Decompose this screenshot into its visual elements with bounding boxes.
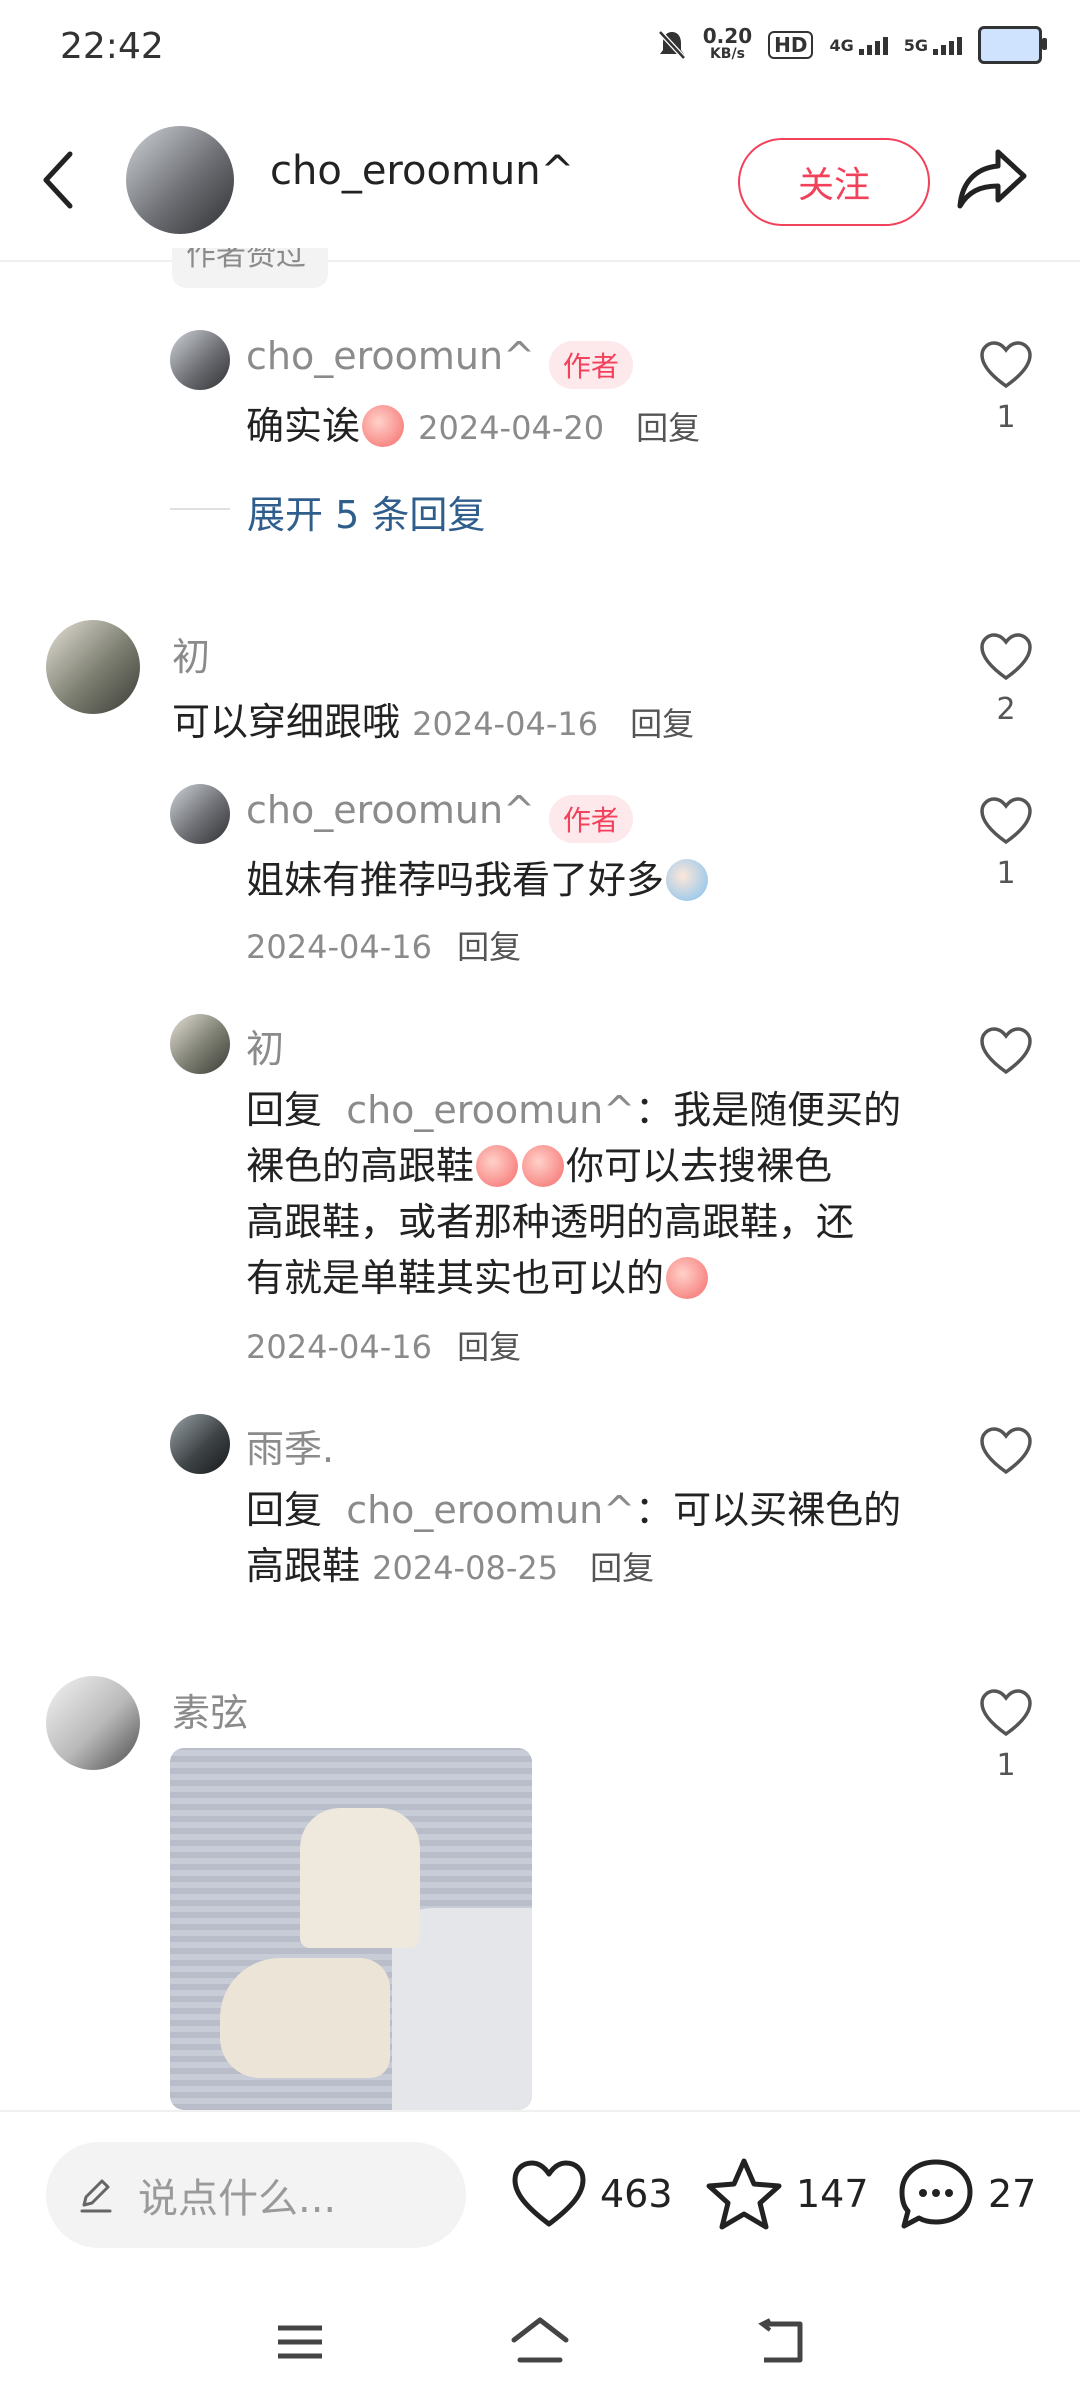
expand-divider [170, 508, 230, 510]
reply-button[interactable]: 回复 [636, 409, 700, 447]
header-username[interactable]: cho_eroomun^ [270, 148, 574, 194]
comment-date: 2024-04-20 [418, 409, 605, 447]
battery-icon [978, 26, 1047, 64]
comment-date: 2024-04-16 [246, 1328, 432, 1366]
comment-meta: 2024-04-16 回复 [246, 922, 521, 968]
star-icon[interactable] [704, 2156, 784, 2232]
mute-icon [657, 30, 686, 60]
collect-stat[interactable]: 147 [704, 2156, 869, 2232]
reply-button[interactable]: 回复 [630, 705, 694, 743]
emoji-icon [666, 1256, 709, 1299]
follow-button[interactable]: 关注 [738, 138, 930, 226]
reply-button[interactable]: 回复 [590, 1549, 654, 1587]
heart-icon[interactable] [979, 796, 1033, 846]
status-icons: 0.20 KB/s HD 4G 5G [657, 24, 1047, 64]
like-count: 1 [996, 856, 1016, 891]
heart-icon[interactable] [979, 1688, 1033, 1738]
comment-date: 2024-04-16 [412, 705, 599, 743]
author-avatar[interactable] [126, 126, 234, 234]
commenter-name[interactable]: cho_eroomun^ [246, 788, 535, 832]
back-nav-icon[interactable] [752, 2318, 808, 2366]
like-count: 2 [996, 692, 1016, 727]
commenter-name[interactable]: 初 [172, 626, 210, 681]
commenter-name[interactable]: 素弦 [172, 1682, 248, 1737]
like-count: 1 [996, 1748, 1016, 1783]
heart-icon[interactable] [979, 1026, 1033, 1076]
like-control[interactable] [966, 1426, 1046, 1476]
reply-button[interactable]: 回复 [457, 1328, 521, 1366]
reply-button[interactable]: 回复 [457, 928, 521, 966]
avatar[interactable] [46, 1676, 140, 1770]
comment-body[interactable]: 确实诶 2024-04-20 回复 [246, 398, 700, 456]
author-badge: 作者 [548, 340, 633, 389]
like-control[interactable]: 2 [966, 632, 1046, 727]
emoji-icon [362, 404, 405, 447]
like-control[interactable]: 1 [966, 340, 1046, 435]
heart-icon[interactable] [979, 632, 1033, 682]
comment-body[interactable]: 可以穿细跟哦 2024-04-16 回复 [172, 694, 694, 752]
comment-meta: 2024-04-16 回复 [246, 1322, 521, 1368]
emoji-icon [666, 858, 709, 901]
avatar[interactable] [170, 784, 230, 844]
comment-body[interactable]: 回复 cho_eroomun^：我是随便买的 裸色的高跟鞋 你可以去搜裸色 高跟鞋… [246, 1082, 946, 1306]
like-count: 1 [996, 400, 1016, 435]
emoji-icon [476, 1144, 519, 1187]
reply-to-name[interactable]: cho_eroomun^ [346, 1088, 635, 1132]
like-control[interactable]: 1 [966, 796, 1046, 891]
avatar[interactable] [170, 330, 230, 390]
comment-photo[interactable] [170, 1748, 532, 2110]
avatar[interactable] [170, 1014, 230, 1074]
comment-total: 27 [988, 2172, 1037, 2216]
expand-replies-link[interactable]: 展开 5 条回复 [247, 484, 485, 539]
avatar[interactable] [170, 1414, 230, 1474]
comment-date: 2024-08-25 [372, 1549, 559, 1587]
home-icon[interactable] [510, 2316, 570, 2366]
author-badge: 作者 [548, 794, 633, 843]
comment-stat[interactable]: 27 [896, 2156, 1036, 2232]
heart-icon[interactable] [510, 2158, 588, 2230]
reply-to-name[interactable]: cho_eroomun^ [346, 1488, 635, 1532]
heart-icon[interactable] [979, 1426, 1033, 1476]
back-arrow-icon[interactable] [40, 148, 80, 212]
heart-icon[interactable] [979, 340, 1033, 390]
commenter-name[interactable]: 初 [246, 1018, 284, 1073]
share-icon[interactable] [956, 146, 1028, 212]
chat-bubble-icon[interactable] [896, 2156, 976, 2232]
pencil-icon [80, 2179, 112, 2213]
like-stat[interactable]: 463 [510, 2158, 673, 2230]
comment-date: 2024-04-16 [246, 928, 432, 966]
like-control[interactable]: 1 [966, 1688, 1046, 1783]
collect-total: 147 [796, 2172, 869, 2216]
menu-icon[interactable] [276, 2322, 324, 2362]
comment-input[interactable]: 说点什么... [46, 2142, 466, 2248]
liked-by-author-tag: 作者赞过 [172, 248, 328, 288]
status-time: 22:42 [60, 26, 164, 67]
comment-header: cho_eroomun^ 作者 [246, 788, 633, 843]
commenter-name[interactable]: 雨季. [246, 1418, 334, 1473]
comment-body[interactable]: 姐妹有推荐吗我看了好多 [246, 852, 710, 908]
like-control[interactable] [966, 1026, 1046, 1076]
signal-4g-icon: 4G [829, 36, 888, 55]
avatar[interactable] [46, 620, 140, 714]
net-speed: 0.20 KB/s [702, 24, 753, 62]
like-total: 463 [600, 2172, 673, 2216]
hd-icon: HD [768, 31, 814, 59]
comment-header: cho_eroomun^ 作者 [246, 334, 633, 389]
signal-5g-icon: 5G [904, 36, 962, 55]
comment-body[interactable]: 回复 cho_eroomun^：可以买裸色的 高跟鞋 2024-08-25 回复 [246, 1482, 946, 1596]
comment-placeholder: 说点什么... [138, 2176, 337, 2222]
commenter-name[interactable]: cho_eroomun^ [246, 334, 535, 378]
emoji-icon [522, 1144, 565, 1187]
